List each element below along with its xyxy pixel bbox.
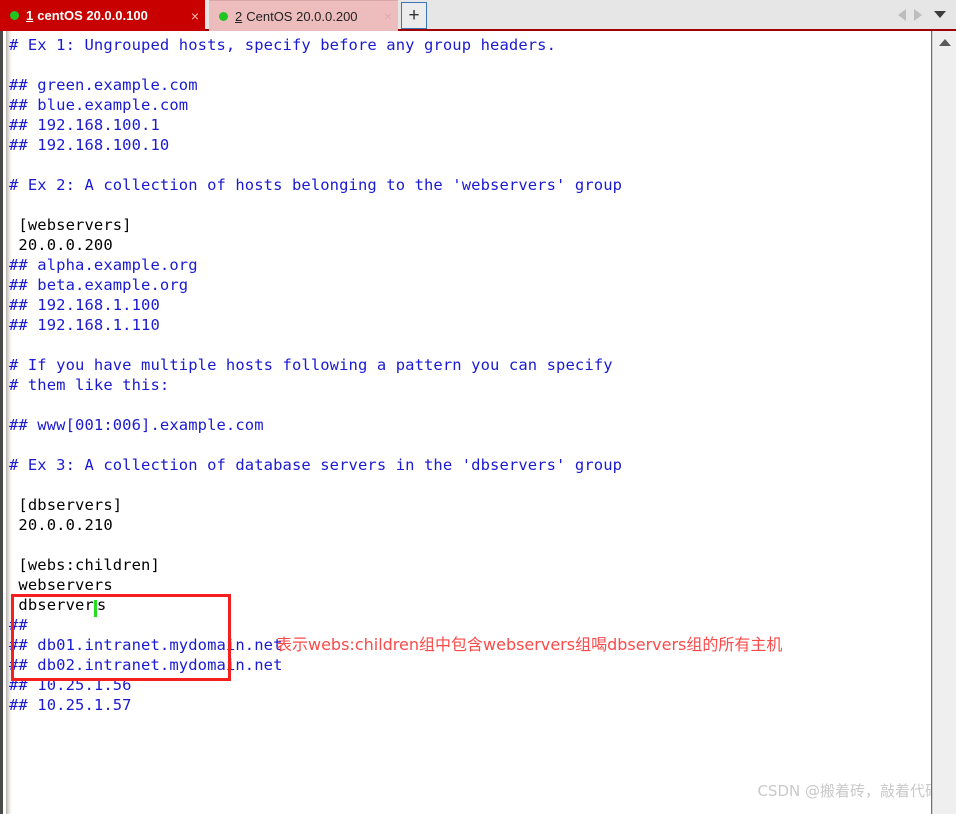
close-icon[interactable]: × [181, 9, 199, 23]
terminal-line-text: ## 192.168.1.110 [9, 316, 160, 334]
tab-bar: 1 centOS 20.0.0.100 × 2 CentOS 20.0.0.20… [0, 0, 956, 31]
terminal-text-area[interactable]: # Ex 1: Ungrouped hosts, specify before … [0, 31, 956, 814]
tab-title-label: CentOS 20.0.0.200 [246, 8, 358, 24]
terminal-line: ## green.example.com [9, 75, 622, 95]
terminal-line: [dbservers] [9, 495, 622, 515]
terminal-line: # Ex 1: Ungrouped hosts, specify before … [9, 35, 622, 55]
tab-index-label: 1 [26, 8, 34, 23]
terminal-line-text: ## alpha.example.org [9, 256, 198, 274]
terminal-line: # them like this: [9, 375, 622, 395]
terminal-line-text: ## 10.25.1.57 [9, 696, 132, 714]
terminal-line: ## 192.168.100.1 [9, 115, 622, 135]
terminal-line [9, 55, 622, 75]
terminal-line-text: ## 10.25.1.56 [9, 676, 132, 694]
terminal-line-text: ## [9, 616, 28, 634]
text-cursor [93, 600, 97, 617]
scroll-up-arrow-icon [938, 38, 951, 46]
terminal-line-text: ## blue.example.com [9, 96, 189, 114]
terminal-line-text [9, 476, 18, 494]
tab-bar-controls [898, 0, 956, 29]
terminal-line-text: # Ex 1: Ungrouped hosts, specify before … [9, 36, 557, 54]
next-tab-arrow-icon[interactable] [914, 8, 922, 21]
green-dot-icon [10, 11, 19, 20]
new-tab-button[interactable]: + [401, 2, 427, 29]
terminal-line-text [9, 536, 18, 554]
terminal-line: # Ex 3: A collection of database servers… [9, 455, 622, 475]
terminal-line-text: # them like this: [9, 376, 170, 394]
terminal-line-text: webservers [9, 576, 113, 594]
terminal-line: dbserver s [9, 595, 622, 617]
terminal-line: # If you have multiple hosts following a… [9, 355, 622, 375]
terminal-line: ## alpha.example.org [9, 255, 622, 275]
terminal-line-text [9, 436, 18, 454]
terminal-line-text: s [96, 596, 107, 614]
prev-tab-arrow-icon[interactable] [898, 8, 906, 21]
terminal-line: ## db02.intranet.mydomain.net [9, 655, 622, 675]
tab-title-label: centOS 20.0.0.100 [37, 8, 148, 23]
terminal-line-text: ## beta.example.org [9, 276, 189, 294]
terminal-line: ## 10.25.1.56 [9, 675, 622, 695]
chevron-down-icon[interactable] [934, 11, 946, 18]
tab-index-label: 2 [235, 8, 243, 24]
terminal-line-text: ## db02.intranet.mydomain.net [9, 656, 283, 674]
terminal-line-text: # If you have multiple hosts following a… [9, 356, 613, 374]
terminal-line: 20.0.0.200 [9, 235, 622, 255]
vertical-scrollbar[interactable] [932, 31, 956, 814]
tab-centos-1[interactable]: 1 centOS 20.0.0.100 × [0, 0, 205, 31]
terminal-line-text: dbserver [9, 596, 94, 614]
terminal-line-text: 20.0.0.200 [9, 236, 113, 254]
terminal-line-text: 20.0.0.210 [9, 516, 113, 534]
watermark-text: CSDN @搬着砖，敲着代码 [757, 782, 940, 800]
terminal-line [9, 395, 622, 415]
terminal-line-text: ## 192.168.100.1 [9, 116, 160, 134]
terminal-line: ## 10.25.1.57 [9, 695, 622, 715]
terminal-line-text [9, 196, 18, 214]
terminal-line [9, 435, 622, 455]
terminal-line [9, 335, 622, 355]
terminal-line-text: [webservers] [9, 216, 132, 234]
terminal-line: ## blue.example.com [9, 95, 622, 115]
terminal-line: ## 192.168.1.110 [9, 315, 622, 335]
terminal-line-text: [dbservers] [9, 496, 123, 514]
terminal-line: ## www[001:006].example.com [9, 415, 622, 435]
scroll-up-button[interactable] [933, 31, 956, 53]
terminal-line-text: ## db01.intranet.mydomain.net [9, 636, 283, 654]
terminal-line: # Ex 2: A collection of hosts belonging … [9, 175, 622, 195]
terminal-line: [webservers] [9, 215, 622, 235]
terminal-line-text: ## green.example.com [9, 76, 198, 94]
close-icon[interactable]: × [374, 9, 392, 23]
terminal-line-text: ## 192.168.1.100 [9, 296, 160, 314]
terminal-line-text: [webs:children] [9, 556, 160, 574]
terminal-window: 1 centOS 20.0.0.100 × 2 CentOS 20.0.0.20… [0, 0, 956, 814]
terminal-line: [webs:children] [9, 555, 622, 575]
terminal-line-text: # Ex 3: A collection of database servers… [9, 456, 623, 474]
terminal-line: ## 192.168.100.10 [9, 135, 622, 155]
terminal-line: ## beta.example.org [9, 275, 622, 295]
terminal-line [9, 155, 622, 175]
terminal-line [9, 195, 622, 215]
tab-bar-spacer [427, 0, 898, 29]
terminal-line-text [9, 336, 18, 354]
tab-centos-2[interactable]: 2 CentOS 20.0.0.200 × [209, 0, 398, 31]
terminal-content[interactable]: # Ex 1: Ungrouped hosts, specify before … [9, 35, 622, 715]
terminal-line [9, 535, 622, 555]
terminal-line-text: ## www[001:006].example.com [9, 416, 264, 434]
green-dot-icon [219, 11, 228, 21]
terminal-line [9, 475, 622, 495]
terminal-line-text: ## 192.168.100.10 [9, 136, 170, 154]
terminal-line: webservers [9, 575, 622, 595]
terminal-line-text [9, 56, 18, 74]
terminal-line: 20.0.0.210 [9, 515, 622, 535]
terminal-line-text: # Ex 2: A collection of hosts belonging … [9, 176, 623, 194]
annotation-text: 表示webs:children组中包含webservers组喝dbservers… [276, 635, 783, 654]
terminal-line-text [9, 156, 18, 174]
terminal-line: ## 192.168.1.100 [9, 295, 622, 315]
terminal-line-text [9, 396, 18, 414]
